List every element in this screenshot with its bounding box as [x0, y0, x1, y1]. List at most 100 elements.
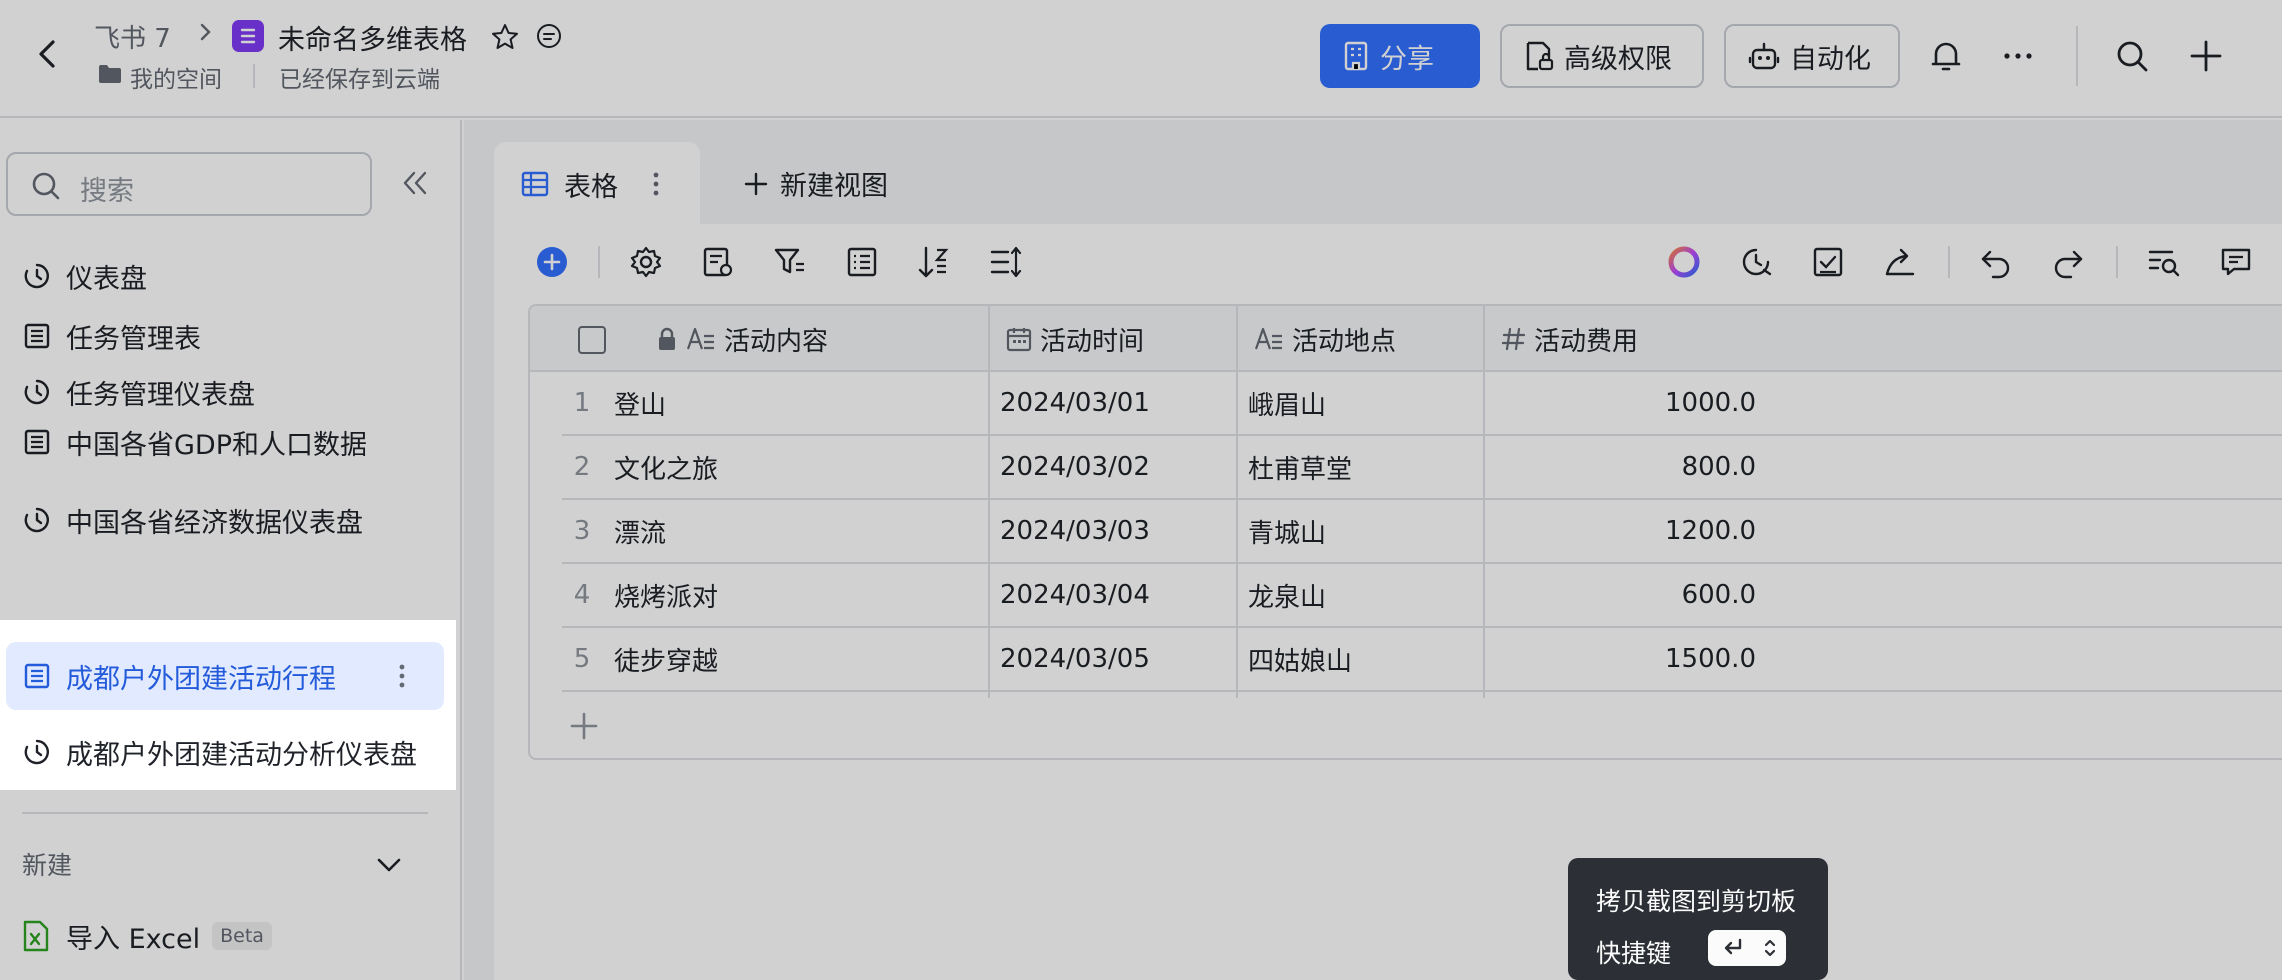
ai-assistant-icon[interactable] [1666, 244, 1702, 280]
new-view-label: 新建视图 [780, 171, 888, 202]
row-height-icon[interactable] [988, 244, 1024, 280]
table-header: 活动内容 活动时间 活动地点 活动费用 [530, 306, 2282, 372]
grid-view-icon [521, 171, 549, 197]
shortcut-key-chip[interactable] [1708, 930, 1786, 966]
cell-content[interactable]: 文化之旅 [614, 436, 974, 498]
cell-place[interactable]: 四姑娘山 [1248, 628, 1478, 690]
column-header[interactable]: 活动内容 [644, 306, 984, 372]
divider [1948, 246, 1950, 278]
settings-icon[interactable] [628, 244, 664, 280]
cell-content[interactable]: 登山 [614, 372, 974, 434]
star-icon[interactable] [490, 22, 520, 52]
more-vertical-icon[interactable] [396, 662, 408, 690]
screenshot-tooltip: 拷贝截图到剪切板 快捷键 [1568, 858, 1828, 980]
sidebar-item-economy-dashboard[interactable]: 中国各省经济数据仪表盘 [6, 486, 444, 554]
column-header[interactable]: 活动费用 [1490, 306, 1790, 372]
cell-place[interactable]: 杜甫草堂 [1248, 436, 1478, 498]
cell-fee[interactable]: 1200.0 [1502, 500, 1756, 562]
column-header[interactable]: 活动时间 [994, 306, 1240, 372]
sidebar-item-dashboard[interactable]: 仪表盘 [6, 242, 444, 310]
add-row-icon[interactable] [566, 708, 602, 744]
chevron-updown-icon [1764, 939, 1776, 957]
plus-icon[interactable] [2186, 36, 2226, 76]
search-icon [32, 172, 60, 200]
advanced-label: 高级权限 [1564, 43, 1672, 75]
field-settings-icon[interactable] [700, 244, 736, 280]
divider [2116, 246, 2118, 278]
select-all-checkbox[interactable] [578, 326, 606, 354]
sidebar-item-chengdu-schedule[interactable]: 成都户外团建活动行程 [6, 642, 444, 710]
sidebar: 搜索 仪表盘 任务管理表 任务管理仪表盘 中国各省GDP和人口数据 中国各省经济… [0, 120, 462, 980]
cell-fee[interactable]: 1500.0 [1502, 628, 1756, 690]
column-label: 活动内容 [724, 326, 829, 357]
breadcrumb-app[interactable]: 飞书 7 [94, 18, 171, 55]
cell-place[interactable]: 峨眉山 [1248, 372, 1478, 434]
divider [598, 246, 600, 278]
table-icon [24, 323, 50, 349]
more-vertical-icon[interactable] [650, 170, 662, 198]
building-icon [1344, 41, 1368, 71]
column-label: 活动时间 [1040, 326, 1145, 357]
cell-date[interactable]: 2024/03/05 [1000, 628, 1230, 690]
cell-content[interactable]: 漂流 [614, 500, 974, 562]
row-index: 5 [573, 644, 591, 674]
table-row[interactable]: 3 漂流 2024/03/03 青城山 1200.0 [562, 500, 2282, 564]
cell-place[interactable]: 龙泉山 [1248, 564, 1478, 626]
back-arrow-icon[interactable] [28, 34, 68, 74]
tooltip-shortcut-label: 快捷键 [1596, 939, 1672, 968]
history-icon[interactable] [1738, 244, 1774, 280]
cell-fee[interactable]: 1000.0 [1502, 372, 1756, 434]
cell-place[interactable]: 青城山 [1248, 500, 1478, 562]
cell-content[interactable]: 烧烤派对 [614, 564, 974, 626]
cell-fee[interactable]: 600.0 [1502, 564, 1756, 626]
search-placeholder: 搜索 [80, 176, 134, 207]
sort-icon[interactable] [916, 244, 952, 280]
export-icon[interactable] [1882, 244, 1918, 280]
sidebar-item-chengdu-dashboard[interactable]: 成都户外团建活动分析仪表盘 [6, 718, 444, 786]
comment-icon[interactable] [2218, 244, 2254, 280]
new-section-label[interactable]: 新建 [22, 846, 72, 882]
divider [22, 812, 428, 814]
row-index: 2 [573, 452, 591, 482]
main-area: 表格 新建视图 活动内容 活动时间 活动地点 活动费用 1 登山 2024/03… [464, 120, 2282, 980]
table-row[interactable]: 4 烧烤派对 2024/03/04 龙泉山 600.0 [562, 564, 2282, 628]
doc-title[interactable]: 未命名多维表格 [278, 18, 467, 57]
table-row[interactable]: 2 文化之旅 2024/03/02 杜甫草堂 800.0 [562, 436, 2282, 500]
undo-icon[interactable] [1978, 244, 2014, 280]
cell-date[interactable]: 2024/03/04 [1000, 564, 1230, 626]
table-row[interactable]: 5 徒步穿越 2024/03/05 四姑娘山 1500.0 [562, 628, 2282, 692]
cell-content[interactable]: 徒步穿越 [614, 628, 974, 690]
add-record-icon[interactable] [534, 244, 570, 280]
column-header[interactable]: 活动地点 [1242, 306, 1488, 372]
cell-fee[interactable]: 800.0 [1502, 436, 1756, 498]
form-check-icon[interactable] [1810, 244, 1846, 280]
automation-button[interactable]: 自动化 [1724, 24, 1900, 88]
search-input[interactable]: 搜索 [6, 152, 372, 216]
cell-date[interactable]: 2024/03/03 [1000, 500, 1230, 562]
share-label: 分享 [1380, 43, 1434, 75]
sidebar-item-label: 中国各省GDP和人口数据 [66, 429, 367, 461]
search-icon[interactable] [2112, 36, 2152, 76]
cell-date[interactable]: 2024/03/02 [1000, 436, 1230, 498]
comment-icon[interactable] [534, 22, 564, 52]
text-field-icon [686, 327, 714, 350]
bell-icon[interactable] [1926, 36, 1966, 76]
breadcrumb-space[interactable]: 我的空间 [130, 60, 222, 94]
share-button[interactable]: 分享 [1320, 24, 1480, 88]
new-view-button[interactable]: 新建视图 [742, 164, 888, 203]
redo-icon[interactable] [2050, 244, 2086, 280]
group-icon[interactable] [844, 244, 880, 280]
row-index: 1 [573, 388, 591, 418]
automation-label: 自动化 [1790, 43, 1871, 75]
collapse-sidebar-icon[interactable] [398, 166, 432, 200]
table-row[interactable]: 1 登山 2024/03/01 峨眉山 1000.0 [562, 372, 2282, 436]
advanced-permissions-button[interactable]: 高级权限 [1500, 24, 1704, 88]
more-horizontal-icon[interactable] [1998, 36, 2038, 76]
search-records-icon[interactable] [2146, 244, 2182, 280]
import-excel-item[interactable]: 导入 Excel Beta [22, 906, 272, 966]
cell-date[interactable]: 2024/03/01 [1000, 372, 1230, 434]
sidebar-item-gdp-table[interactable]: 中国各省GDP和人口数据 [6, 408, 444, 476]
chevron-down-icon[interactable] [372, 848, 406, 882]
filter-icon[interactable] [772, 244, 808, 280]
tab-grid-view[interactable]: 表格 [494, 142, 700, 226]
